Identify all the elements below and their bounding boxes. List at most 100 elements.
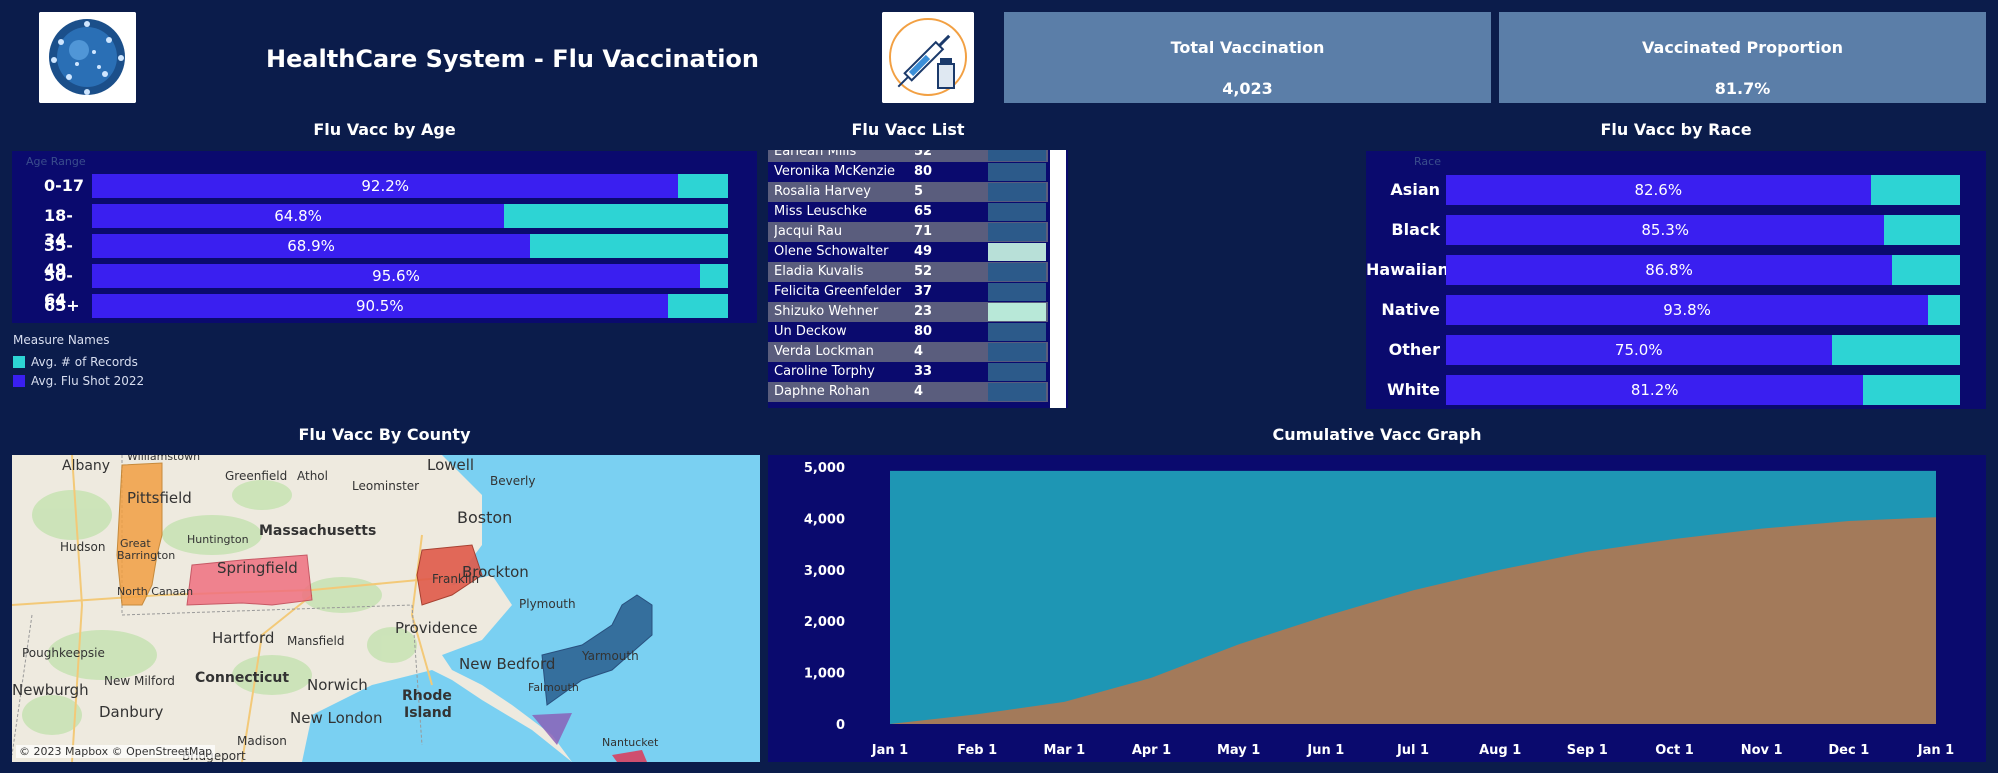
race-row[interactable]: Black 85.3% (1366, 215, 1986, 245)
race-flu-shot-bar[interactable]: 82.6% (1446, 175, 1871, 205)
race-label: Native (1381, 300, 1440, 319)
race-records-bar[interactable]: 85.3% (1446, 215, 1960, 245)
total-vaccination-card: Total Vaccination 4,023 (1004, 12, 1491, 103)
svg-text:Athol: Athol (297, 469, 328, 483)
race-pct-label: 81.2% (1630, 381, 1679, 399)
age-flu-shot-bar[interactable]: 68.9% (92, 234, 531, 258)
list-item-cell (988, 163, 1046, 181)
age-row[interactable]: 50-64 95.6% (12, 264, 757, 309)
list-item[interactable]: Daphne Rohan 4 (768, 382, 1048, 402)
y-tick-label: 1,000 (804, 667, 845, 682)
svg-text:Island: Island (404, 705, 452, 721)
race-row[interactable]: Asian 82.6% (1366, 175, 1986, 205)
race-row[interactable]: Other 75.0% (1366, 335, 1986, 365)
list-item[interactable]: Miss Leuschke 65 (768, 202, 1048, 222)
x-tick-label: Nov 1 (1741, 743, 1783, 758)
vaccinated-proportion-label: Vaccinated Proportion (1642, 38, 1843, 57)
age-records-bar[interactable]: 92.2% (92, 174, 728, 198)
age-row[interactable]: 18-34 64.8% (12, 204, 757, 249)
list-item-cell (988, 150, 1046, 161)
svg-text:Mansfield: Mansfield (287, 634, 344, 648)
race-row[interactable]: Native 93.8% (1366, 295, 1986, 325)
race-flu-shot-bar[interactable]: 86.8% (1446, 255, 1893, 285)
svg-text:Brockton: Brockton (462, 563, 529, 581)
county-map[interactable]: Albany Williamstown Lowell Greenfield At… (12, 455, 760, 762)
legend-swatch-flu-shot (13, 374, 25, 387)
race-records-bar[interactable]: 81.2% (1446, 375, 1960, 405)
list-item[interactable]: Veronika McKenzie 80 (768, 162, 1048, 182)
svg-text:Rhode: Rhode (402, 688, 452, 704)
list-item[interactable]: Felicita Greenfelder 37 (768, 282, 1048, 302)
age-bar-chart: Age Range 0-17 92.2% 18-34 64.8% 35-49 68.9% 5… (12, 151, 757, 323)
race-flu-shot-bar[interactable]: 93.8% (1446, 295, 1929, 325)
page-title: HealthCare System - Flu Vaccination (265, 45, 760, 73)
race-records-bar[interactable]: 86.8% (1446, 255, 1960, 285)
cumulative-chart: 5,000 4,000 3,000 2,000 1,000 0 Jan 1 Feb 1 Mar … (768, 455, 1986, 762)
age-records-bar[interactable]: 95.6% (92, 264, 728, 288)
race-flu-shot-bar[interactable]: 85.3% (1446, 215, 1885, 245)
svg-text:Pittsfield: Pittsfield (127, 489, 192, 507)
age-row[interactable]: 35-49 68.9% (12, 234, 757, 279)
race-flu-shot-bar[interactable]: 81.2% (1446, 375, 1864, 405)
list-item[interactable]: Un Deckow 80 (768, 322, 1048, 342)
list-item-value: 33 (914, 364, 933, 379)
race-pct-label: 93.8% (1663, 301, 1711, 319)
race-axis-header: Race (1414, 155, 1441, 168)
list-item-name: Verda Lockman (774, 344, 874, 359)
svg-text:Falmouth: Falmouth (528, 681, 579, 694)
age-flu-shot-bar[interactable]: 92.2% (92, 174, 679, 198)
age-row[interactable]: 65+ 90.5% (12, 294, 757, 318)
svg-text:Lowell: Lowell (427, 456, 474, 474)
list-item-cell (988, 243, 1046, 261)
list-item[interactable]: Rosalia Harvey 5 (768, 182, 1048, 202)
race-flu-shot-bar[interactable]: 75.0% (1446, 335, 1832, 365)
list-item[interactable]: Verda Lockman 4 (768, 342, 1048, 362)
list-item[interactable]: Eladia Kuvalis 52 (768, 262, 1048, 282)
list-item-value: 52 (914, 150, 933, 159)
list-item-cell (988, 223, 1046, 241)
svg-text:Williamstown: Williamstown (127, 455, 200, 463)
age-pct-label: 92.2% (361, 177, 410, 195)
race-pct-label: 85.3% (1641, 221, 1690, 239)
race-row[interactable]: Hawaiian 86.8% (1366, 255, 1986, 285)
list-item-name: Caroline Torphy (774, 364, 875, 379)
list-item-value: 65 (914, 204, 933, 219)
svg-text:Springfield: Springfield (217, 559, 298, 577)
list-item[interactable]: Earlean Mills 52 (768, 150, 1048, 162)
age-row[interactable]: 0-17 92.2% (12, 174, 757, 198)
race-label: Other (1388, 340, 1440, 359)
age-flu-shot-bar[interactable]: 64.8% (92, 204, 505, 228)
list-scrollbar[interactable] (1050, 150, 1066, 408)
list-item[interactable]: Jacqui Rau 71 (768, 222, 1048, 242)
x-tick-label: Apr 1 (1132, 743, 1171, 758)
legend-item-records[interactable]: Avg. # of Records (13, 352, 213, 371)
list-item[interactable]: Olene Schowalter 49 (768, 242, 1048, 262)
race-records-bar[interactable]: 93.8% (1446, 295, 1960, 325)
list-item-cell (988, 303, 1046, 321)
race-records-bar[interactable]: 82.6% (1446, 175, 1960, 205)
svg-text:New Bedford: New Bedford (459, 655, 555, 673)
x-tick-label: Sep 1 (1567, 743, 1608, 758)
list-item-name: Daphne Rohan (774, 384, 870, 399)
list-item-cell (988, 263, 1046, 281)
list-item-name: Miss Leuschke (774, 204, 867, 219)
x-tick-label: Mar 1 (1043, 743, 1085, 758)
legend-item-flu-shot[interactable]: Avg. Flu Shot 2022 (13, 371, 213, 390)
list-item-cell (988, 383, 1046, 401)
x-tick-label: Aug 1 (1479, 743, 1521, 758)
y-tick-label: 2,000 (804, 615, 845, 630)
race-row[interactable]: White 81.2% (1366, 375, 1986, 405)
age-flu-shot-bar[interactable]: 90.5% (92, 294, 668, 318)
age-records-bar[interactable]: 64.8% (92, 204, 728, 228)
age-flu-shot-bar[interactable]: 95.6% (92, 264, 701, 288)
race-bar-chart: Race Asian 82.6% Black 85.3% Hawaiian 86.8% Na… (1366, 151, 1986, 409)
list-item[interactable]: Caroline Torphy 33 (768, 362, 1048, 382)
list-item-cell (988, 343, 1046, 361)
age-records-bar[interactable]: 68.9% (92, 234, 728, 258)
race-records-bar[interactable]: 75.0% (1446, 335, 1960, 365)
list-item-name: Olene Schowalter (774, 244, 889, 259)
list-item-value: 5 (914, 184, 924, 199)
list-item[interactable]: Shizuko Wehner 23 (768, 302, 1048, 322)
age-records-bar[interactable]: 90.5% (92, 294, 728, 318)
svg-text:Hudson: Hudson (60, 540, 105, 554)
